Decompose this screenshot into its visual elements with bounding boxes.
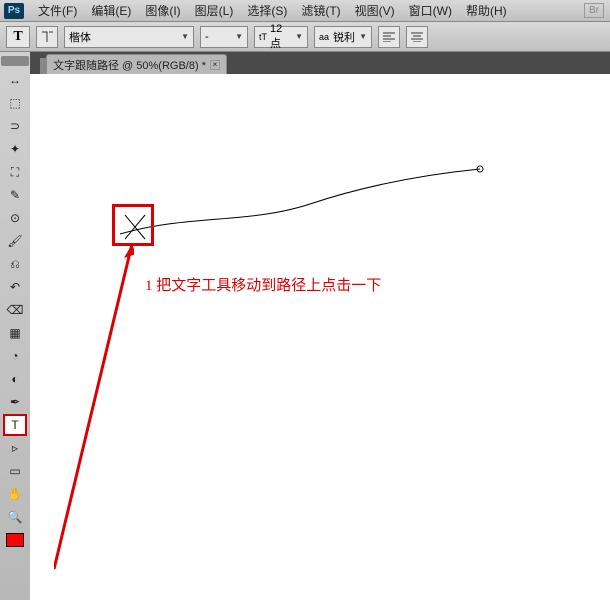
lasso-tool[interactable]: ⊃ <box>3 115 27 137</box>
eyedropper-tool[interactable]: ✎ <box>3 184 27 206</box>
annotation-highlight-box <box>112 204 154 246</box>
brush-tool[interactable]: 🖌 <box>3 230 27 252</box>
app-logo: Ps <box>4 3 24 19</box>
annotation-instruction: 把文字工具移动到路径上点击一下 <box>156 278 381 294</box>
path-select-tool[interactable]: ▹ <box>3 437 27 459</box>
dodge-tool[interactable]: ◐ <box>3 368 27 390</box>
font-style-value: - <box>205 31 209 43</box>
annotation-arrow <box>54 244 134 574</box>
toolbox: ↔ ⬚ ⊃ ✦ ⛶ ✎ ⊙ 🖌 ⎌ ↶ ⌫ ▦ ◔ ◐ ✒ T ▹ ▭ ✋ 🔍 <box>0 52 30 600</box>
menu-view[interactable]: 视图(V) <box>349 0 401 21</box>
tab-title: 文字跟随路径 @ 50%(RGB/8) * <box>53 57 206 73</box>
blur-tool[interactable]: ◔ <box>3 345 27 367</box>
font-size-prefix: tT <box>259 32 267 42</box>
marquee-tool[interactable]: ⬚ <box>3 92 27 114</box>
font-style-dropdown[interactable]: - ▼ <box>200 26 248 48</box>
chevron-down-icon: ▼ <box>359 32 367 41</box>
align-center-button[interactable] <box>406 26 428 48</box>
healing-tool[interactable]: ⊙ <box>3 207 27 229</box>
text-orientation-icon <box>41 30 53 44</box>
align-center-icon <box>411 32 423 42</box>
menu-edit[interactable]: 编辑(E) <box>85 0 137 21</box>
zoom-tool[interactable]: 🔍 <box>3 506 27 528</box>
orientation-toggle[interactable] <box>36 26 58 48</box>
curve-path <box>110 154 490 274</box>
options-bar: T 楷体 ▼ - ▼ tT 12点 ▼ aa 锐利 ▼ <box>0 22 610 52</box>
eraser-tool[interactable]: ⌫ <box>3 299 27 321</box>
canvas[interactable]: 1 把文字工具移动到路径上点击一下 <box>30 74 610 600</box>
align-left-button[interactable] <box>378 26 400 48</box>
document-area: 文字跟随路径 @ 50%(RGB/8) * × 1 把文字工具移动到路径上点击一… <box>30 52 610 600</box>
shape-tool[interactable]: ▭ <box>3 460 27 482</box>
menu-file[interactable]: 文件(F) <box>32 0 83 21</box>
current-tool-indicator[interactable]: T <box>6 26 30 48</box>
antialias-dropdown[interactable]: aa 锐利 ▼ <box>314 26 372 48</box>
hand-tool[interactable]: ✋ <box>3 483 27 505</box>
chevron-down-icon: ▼ <box>295 32 303 41</box>
move-tool[interactable]: ↔ <box>3 69 27 91</box>
wand-tool[interactable]: ✦ <box>3 138 27 160</box>
bridge-badge[interactable]: Br <box>584 3 604 18</box>
menu-layer[interactable]: 图层(L) <box>189 0 240 21</box>
font-size-value: 12点 <box>270 23 292 51</box>
align-left-icon <box>383 32 395 42</box>
font-family-dropdown[interactable]: 楷体 ▼ <box>64 26 194 48</box>
pen-tool[interactable]: ✒ <box>3 391 27 413</box>
text-cursor-icon <box>115 207 155 247</box>
menu-image[interactable]: 图像(I) <box>139 0 186 21</box>
annotation-step-number: 1 <box>145 278 153 294</box>
stamp-tool[interactable]: ⎌ <box>3 253 27 275</box>
chevron-down-icon: ▼ <box>181 32 189 41</box>
aa-value: 锐利 <box>333 29 355 45</box>
menubar: Ps 文件(F) 编辑(E) 图像(I) 图层(L) 选择(S) 滤镜(T) 视… <box>0 0 610 22</box>
chevron-down-icon: ▼ <box>235 32 243 41</box>
menu-window[interactable]: 窗口(W) <box>403 0 458 21</box>
font-family-value: 楷体 <box>69 29 91 45</box>
menu-help[interactable]: 帮助(H) <box>460 0 513 21</box>
close-tab-button[interactable]: × <box>210 60 220 70</box>
menu-filter[interactable]: 滤镜(T) <box>295 0 346 21</box>
font-size-dropdown[interactable]: tT 12点 ▼ <box>254 26 308 48</box>
type-tool[interactable]: T <box>3 414 27 436</box>
tab-strip: 文字跟随路径 @ 50%(RGB/8) * × <box>30 52 610 74</box>
gradient-tool[interactable]: ▦ <box>3 322 27 344</box>
annotation-text: 1 把文字工具移动到路径上点击一下 <box>145 274 381 295</box>
crop-tool[interactable]: ⛶ <box>3 161 27 183</box>
history-brush-tool[interactable]: ↶ <box>3 276 27 298</box>
foreground-color-swatch[interactable] <box>6 533 24 547</box>
aa-label: aa <box>319 32 329 42</box>
document-tab[interactable]: 文字跟随路径 @ 50%(RGB/8) * × <box>46 54 227 74</box>
toolbox-handle[interactable] <box>1 56 29 66</box>
menu-select[interactable]: 选择(S) <box>241 0 293 21</box>
